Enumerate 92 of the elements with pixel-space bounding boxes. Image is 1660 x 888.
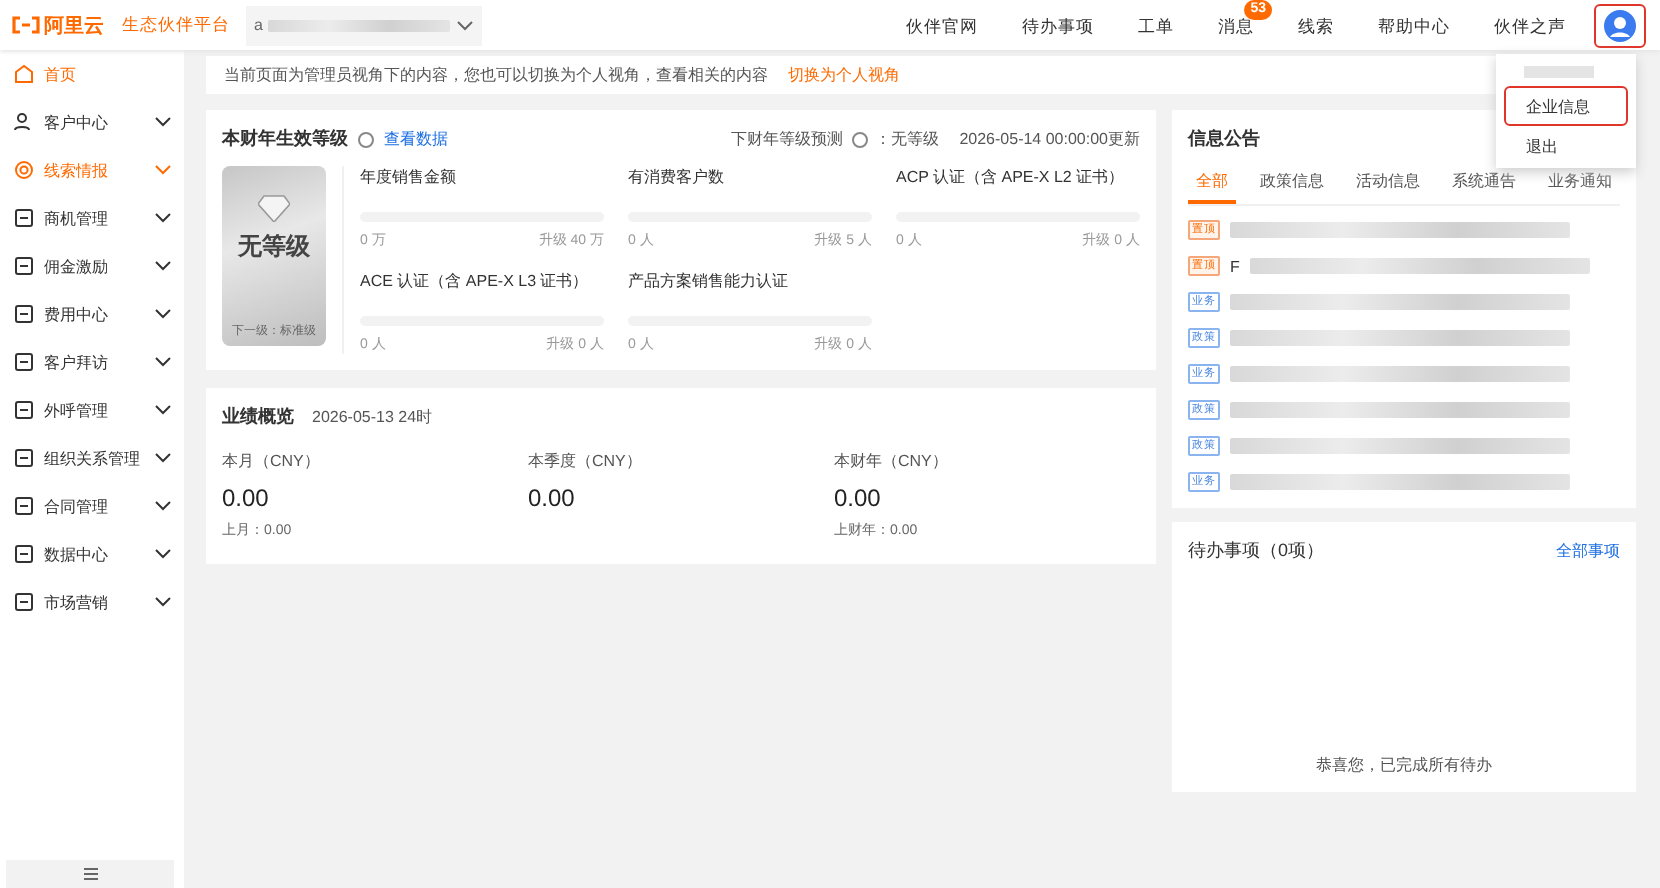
blurred-notice[interactable] xyxy=(1230,474,1570,490)
chevron-icon xyxy=(154,164,172,176)
menu-icon xyxy=(83,868,97,880)
document-icon xyxy=(12,206,36,230)
tab[interactable]: 活动信息 xyxy=(1348,164,1428,204)
account-select[interactable]: a xyxy=(246,5,482,45)
chevron-icon xyxy=(154,212,172,224)
menu-item[interactable]: 退出 xyxy=(1504,126,1628,166)
nav-link[interactable]: 线索 xyxy=(1298,15,1334,35)
avatar-icon xyxy=(1604,9,1636,41)
home-icon xyxy=(12,62,36,86)
stat-value: 0.00 xyxy=(222,484,271,512)
document-icon xyxy=(12,398,36,422)
tab[interactable]: 政策信息 xyxy=(1252,164,1332,204)
document-icon xyxy=(12,590,36,614)
blurred-notice[interactable] xyxy=(1249,258,1590,274)
chevron-icon xyxy=(154,308,172,320)
data-date: 2026-05-13 24时 xyxy=(312,406,433,428)
sidebar-item[interactable]: 佣金激励 xyxy=(0,242,184,290)
notice-title[interactable]: F xyxy=(1230,257,1240,275)
platform-name: 生态伙伴平台 xyxy=(122,13,230,37)
metric-name: 产品方案销售能力认证 xyxy=(628,270,790,292)
forecast-value: ：无等级 xyxy=(875,128,940,150)
chevron-icon xyxy=(456,19,474,31)
nav-link[interactable]: 伙伴之声 xyxy=(1494,15,1566,35)
tab[interactable]: 业务通知 xyxy=(1540,164,1620,204)
menu-item[interactable]: 企业信息 xyxy=(1504,86,1628,126)
document-icon xyxy=(12,494,36,518)
metric-name: 有消费客户数 xyxy=(628,166,726,188)
metric-name: ACE 认证（含 APE-X L3 证书） xyxy=(360,270,591,292)
document-icon xyxy=(12,302,36,326)
help-icon xyxy=(851,131,868,147)
blurred-notice[interactable] xyxy=(1230,222,1570,238)
nav-link[interactable]: 伙伴官网 xyxy=(906,15,978,35)
logo-icon xyxy=(12,16,40,34)
stat-value: 0.00 xyxy=(528,484,577,512)
sidebar-item[interactable]: 外呼管理 xyxy=(0,386,184,434)
sidebar-item[interactable]: 数据中心 xyxy=(0,530,184,578)
nav-link[interactable]: 待办事项 xyxy=(1022,15,1094,35)
document-icon xyxy=(12,254,36,278)
help-icon xyxy=(358,131,374,147)
stat-label: 本财年（CNY） xyxy=(834,450,950,472)
nav-link[interactable]: 消息 xyxy=(1218,15,1254,35)
level-name: 无等级 xyxy=(238,230,310,264)
collapse-button[interactable] xyxy=(6,860,174,888)
all-todos-link[interactable]: 全部事项 xyxy=(1556,540,1620,562)
forecast-label: 下财年等级预测 xyxy=(731,128,844,150)
sidebar-item[interactable]: 市场营销 xyxy=(0,578,184,626)
card-title: 业绩概览 xyxy=(222,404,294,430)
stat-value: 0.00 xyxy=(834,484,883,512)
empty-message: 恭喜您，已完成所有待办 xyxy=(1314,754,1494,776)
tab[interactable]: 系统通告 xyxy=(1444,164,1524,204)
sidebar-item[interactable]: 商机管理 xyxy=(0,194,184,242)
nav-link[interactable]: 工单 xyxy=(1138,15,1174,35)
card-title: 信息公告 xyxy=(1188,126,1260,152)
sidebar-item[interactable]: 合同管理 xyxy=(0,482,184,530)
sidebar-item[interactable]: 费用中心 xyxy=(0,290,184,338)
logo-text: 阿里云 xyxy=(44,13,104,39)
sidebar-item[interactable]: 组织关系管理 xyxy=(0,434,184,482)
chevron-icon xyxy=(154,500,172,512)
banner-text: 当前页面为管理员视角下的内容，您也可以切换为个人视角，查看相关的内容 xyxy=(224,64,768,86)
blurred-account-name xyxy=(1524,66,1594,78)
nav-link[interactable]: 帮助中心 xyxy=(1378,15,1450,35)
diamond-icon xyxy=(258,194,290,222)
blurred-notice[interactable] xyxy=(1230,438,1570,454)
avatar-button[interactable] xyxy=(1594,3,1646,47)
update-time: 2026-05-14 00:00:00更新 xyxy=(959,128,1140,150)
chevron-icon xyxy=(154,404,172,416)
chevron-icon xyxy=(154,596,172,608)
chevron-icon xyxy=(154,452,172,464)
blurred-notice[interactable] xyxy=(1230,366,1570,382)
view-data-link[interactable]: 查看数据 xyxy=(384,128,448,150)
chevron-icon xyxy=(154,260,172,272)
target-icon xyxy=(12,158,36,182)
document-icon xyxy=(12,446,36,470)
metric-name: 年度销售金额 xyxy=(360,166,458,188)
blurred-notice[interactable] xyxy=(1230,330,1570,346)
document-icon xyxy=(12,542,36,566)
chevron-icon xyxy=(154,116,172,128)
blurred-notice[interactable] xyxy=(1230,294,1570,310)
sidebar-item[interactable]: 客户中心 xyxy=(0,98,184,146)
card-title: 待办事项（0项） xyxy=(1188,538,1325,564)
sidebar-item[interactable]: 客户拜访 xyxy=(0,338,184,386)
person-icon xyxy=(12,110,36,134)
document-icon xyxy=(12,350,36,374)
chevron-icon xyxy=(154,356,172,368)
stat-label: 本月（CNY） xyxy=(222,450,322,472)
stat-label: 本季度（CNY） xyxy=(528,450,644,472)
blurred-notice[interactable] xyxy=(1230,402,1570,418)
metric-name: ACP 认证（含 APE-X L2 证书） xyxy=(896,166,1127,188)
chevron-icon xyxy=(154,548,172,560)
card-title: 本财年生效等级 xyxy=(222,126,348,152)
